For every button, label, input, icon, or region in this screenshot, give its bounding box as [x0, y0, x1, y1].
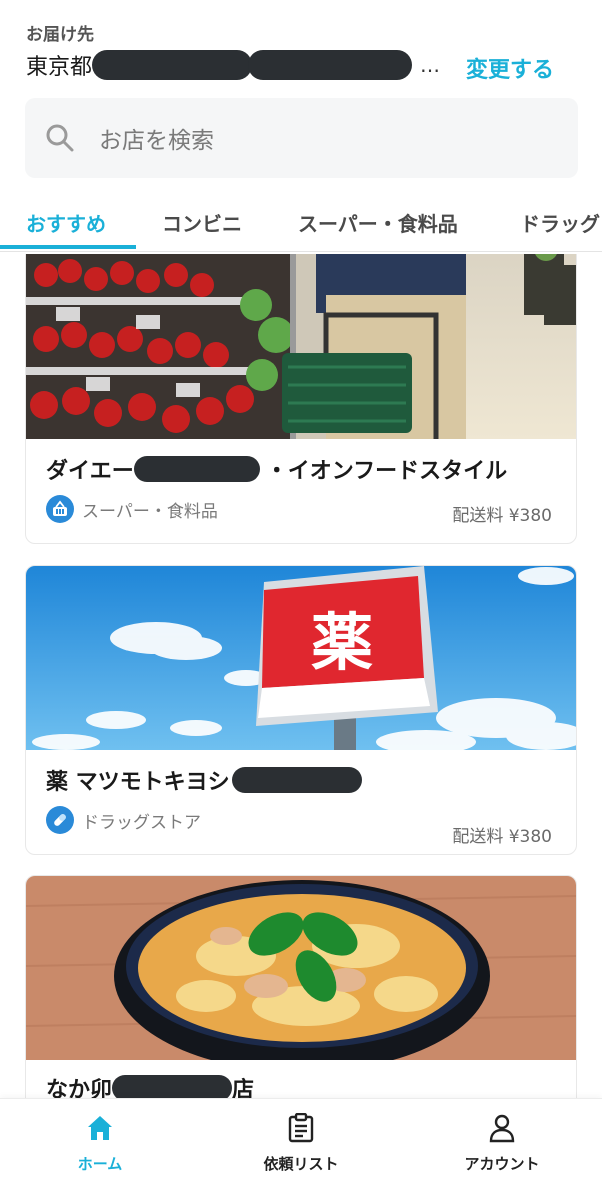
- nav-label: 依頼リスト: [263, 1155, 339, 1173]
- delivery-fee: 配送料 ¥380: [452, 506, 552, 526]
- address-text: 東京都: [26, 55, 93, 80]
- store-name: なか卯 店: [46, 1072, 254, 1098]
- store-image: [26, 876, 576, 1060]
- delivery-header: お届け先 東京都 … 変更する: [0, 0, 602, 98]
- search-icon: [46, 124, 74, 152]
- store-name: ダイエー ・イオンフードスタイル: [46, 453, 507, 485]
- nav-label: アカウント: [464, 1155, 540, 1173]
- tab-recommended[interactable]: おすすめ: [26, 208, 106, 237]
- nav-home[interactable]: ホーム: [30, 1113, 170, 1174]
- store-card[interactable]: ダイエー ・イオンフードスタイル スーパー・食料品 配送料 ¥380: [25, 254, 577, 544]
- nav-request-list[interactable]: 依頼リスト: [231, 1113, 371, 1174]
- bottom-navigation: ホーム 依頼リスト アカウント: [0, 1098, 602, 1200]
- home-icon: [88, 1116, 112, 1140]
- change-address-button[interactable]: 変更する: [466, 52, 554, 84]
- tab-drugstore[interactable]: ドラッグ: [520, 208, 600, 237]
- search-input[interactable]: お店を検索: [99, 121, 214, 155]
- store-feed[interactable]: ダイエー ・イオンフードスタイル スーパー・食料品 配送料 ¥380 薬 薬 マ…: [0, 254, 602, 1098]
- name-redaction: [133, 456, 260, 482]
- pill-icon: [46, 806, 74, 834]
- store-category: スーパー・食料品: [46, 495, 218, 523]
- store-image: [26, 254, 576, 439]
- store-name-prefix: 薬 マツモトキヨシ: [46, 770, 230, 795]
- store-name: 薬 マツモトキヨシ: [46, 764, 362, 796]
- store-name-suffix: 店: [232, 1078, 255, 1098]
- sign-text: 薬: [311, 606, 373, 679]
- store-name-prefix: なか卯: [46, 1078, 113, 1098]
- clipboard-icon: [288, 1113, 314, 1143]
- person-icon: [489, 1114, 515, 1143]
- address-ellipsis: …: [420, 53, 441, 77]
- nav-label: ホーム: [77, 1155, 123, 1173]
- nav-account[interactable]: アカウント: [432, 1113, 572, 1174]
- basket-icon: [46, 495, 74, 523]
- category-label: スーパー・食料品: [82, 501, 218, 522]
- name-redaction: [231, 767, 362, 793]
- store-image: 薬: [26, 566, 576, 750]
- store-name-suffix: ・イオンフードスタイル: [265, 459, 508, 484]
- delivery-label: お届け先: [26, 25, 94, 45]
- active-tab-indicator: [0, 245, 136, 249]
- search-bar[interactable]: お店を検索: [25, 98, 578, 178]
- tab-convenience[interactable]: コンビニ: [162, 208, 242, 237]
- address-redaction: [248, 50, 413, 80]
- store-name-prefix: ダイエー: [46, 459, 134, 484]
- category-label: ドラッグストア: [82, 812, 201, 833]
- store-category: ドラッグストア: [46, 806, 201, 834]
- delivery-fee: 配送料 ¥380: [452, 827, 552, 847]
- store-card[interactable]: 薬 薬 マツモトキヨシ ドラッグストア 配送料 ¥380: [25, 565, 577, 855]
- tab-supermarket[interactable]: スーパー・食料品: [298, 208, 458, 237]
- name-redaction: [112, 1075, 233, 1098]
- category-tabs: おすすめ コンビニ スーパー・食料品 ドラッグ: [0, 196, 602, 252]
- store-card[interactable]: なか卯 店: [25, 875, 577, 1098]
- address-redaction: [92, 50, 253, 80]
